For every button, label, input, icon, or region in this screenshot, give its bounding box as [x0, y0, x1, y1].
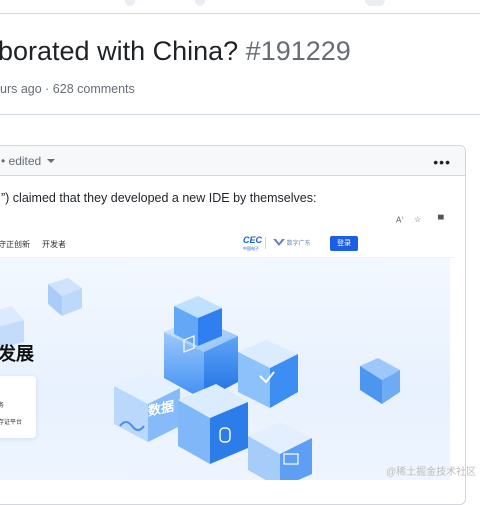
cube-stack: [114, 296, 312, 480]
partner-logo-text: 数字广东: [286, 241, 311, 247]
cec-logo: CEC: [243, 235, 263, 245]
hero-title: 发展: [0, 344, 34, 364]
split-view-icon: ▀: [438, 215, 444, 224]
issue-meta: urs ago · 628 comments: [0, 82, 135, 96]
hero-info-card[interactable]: 务 存证平台: [0, 376, 36, 438]
login-button[interactable]: 登录: [330, 236, 358, 251]
tab-pill[interactable]: [125, 0, 135, 6]
browser-top-strip: [0, 0, 480, 14]
partner-logo: 数字广东: [273, 238, 311, 247]
comment-options-icon[interactable]: •••: [433, 154, 451, 170]
comment-header: • edited •••: [0, 146, 465, 176]
tab-pill[interactable]: [195, 0, 205, 6]
source-watermark: @稀土掘金技术社区: [386, 467, 477, 478]
edited-label: • edited: [1, 154, 42, 168]
issue-title: borated with China? #191229: [0, 36, 351, 67]
comment-body: ”) claimed that they developed a new IDE…: [1, 191, 317, 205]
cec-logo-subtitle: 中国电子: [243, 246, 259, 251]
embedded-screenshot: A♪ ☆ ▀ 守正创新 开发者 CEC 中国电子 数字广东 登录 发展 数据 务…: [0, 212, 454, 480]
nav-link-innovation[interactable]: 守正创新: [0, 239, 30, 250]
screenshot-toolbar: A♪ ☆ ▀: [0, 212, 454, 228]
site-navbar: 守正创新 开发者 CEC 中国电子 数字广东 登录: [0, 230, 454, 258]
logo-divider: [265, 237, 266, 249]
issue-title-text: borated with China?: [0, 36, 239, 66]
hero-banner: 发展 数据 务 存证平台: [0, 258, 450, 480]
tab-pill[interactable]: [365, 0, 385, 6]
read-aloud-icon: A♪: [396, 215, 404, 225]
hero-cubes-illustration: [0, 278, 400, 480]
hero-card-line: 务: [0, 403, 5, 409]
hero-card-line: 存证平台: [0, 420, 23, 426]
favorite-star-icon: ☆: [414, 215, 422, 224]
floating-cube: [48, 278, 82, 316]
partner-logo-mark-icon: [273, 239, 285, 246]
nav-link-developer[interactable]: 开发者: [42, 239, 66, 250]
edited-dropdown[interactable]: • edited: [1, 154, 56, 168]
floating-cube: [360, 358, 400, 404]
chevron-down-icon: [47, 159, 56, 163]
header-divider: [0, 114, 480, 115]
issue-number: #191229: [245, 36, 351, 66]
